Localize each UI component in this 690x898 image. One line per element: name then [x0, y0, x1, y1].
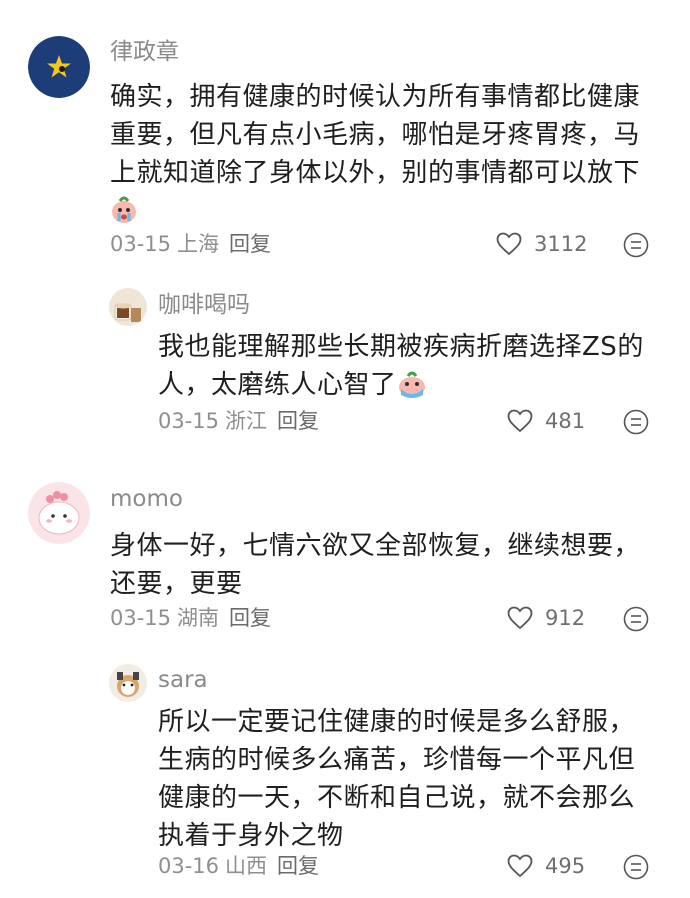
comment-text-line: 上就知道除了身体以外，别的事情都可以放下 [110, 158, 641, 188]
like-button[interactable]: 495 [507, 852, 585, 880]
like-count: 481 [545, 409, 586, 433]
avatar-image [109, 664, 147, 702]
comment-text-line: 我也能理解那些长期被疾病折磨选择ZS的 [158, 332, 644, 362]
comment-text-line: 身体一好，七情六欲又全部恢复，继续想要， [110, 531, 641, 561]
heart-outline-icon [507, 606, 533, 630]
avatar[interactable] [109, 664, 147, 702]
like-button[interactable]: 912 [507, 604, 585, 632]
crying-face-emoji [397, 369, 427, 410]
comment-text-line: 执着于身外之物 [158, 821, 344, 851]
reply-comment-item: 咖啡喝吗 我也能理解那些长期被疾病折磨选择ZS的 人，太磨练人心智了 03-15… [0, 270, 690, 460]
reply-button[interactable]: 回复 [277, 409, 319, 433]
like-count: 495 [545, 854, 586, 878]
comment-date: 03-15 [110, 606, 172, 630]
heart-outline-icon [496, 232, 522, 256]
reply-comment-item: sara 所以一定要记住健康的时候是多么舒服， 生病的时候多么痛苦，珍惜每一个平… [0, 650, 690, 898]
heart-outline-icon [507, 854, 533, 878]
heart-outline-icon [507, 409, 533, 433]
comment-options-icon[interactable] [623, 854, 649, 884]
like-count: 912 [545, 606, 586, 630]
comment-username[interactable]: sara [158, 665, 208, 695]
reply-button[interactable]: 回复 [277, 854, 319, 878]
reply-button[interactable]: 回复 [229, 606, 271, 630]
comment-options-icon[interactable] [623, 409, 649, 439]
comment-location: 山西 [225, 854, 268, 878]
comment-text-span: 人，太磨练人心智了 [158, 370, 397, 400]
comment-options-icon[interactable] [623, 606, 649, 636]
like-button[interactable]: 481 [507, 407, 585, 435]
comment-location: 浙江 [225, 409, 268, 433]
comment-date: 03-16 [158, 854, 220, 878]
comment-text: 我也能理解那些长期被疾病折磨选择ZS的 人，太磨练人心智了 [158, 328, 644, 410]
comment-meta: 03-15 浙江 回复 [158, 407, 319, 435]
comment-text-line: 重要，但凡有点小毛病，哪怕是牙疼胃疼，马 [110, 120, 641, 150]
comment-item: momo 身体一好，七情六欲又全部恢复，继续想要， 还要，更要 03-15 湖南回… [0, 460, 690, 650]
avatar[interactable] [28, 482, 90, 544]
avatar-image [28, 36, 90, 98]
like-button[interactable]: 3112 [496, 230, 587, 258]
comment-meta: 03-15 上海 回复 [110, 230, 271, 258]
comment-date: 03-15 [110, 232, 172, 256]
like-count: 3112 [534, 232, 588, 256]
comment-text-line: 生病的时候多么痛苦，珍惜每一个平凡但 [158, 745, 636, 775]
avatar-image [28, 482, 90, 544]
comment-date: 03-15 [158, 409, 220, 433]
comment-text: 确实，拥有健康的时候认为所有事情都比健康 重要，但凡有点小毛病，哪怕是牙疼胃疼，… [110, 78, 640, 236]
comment-text: 所以一定要记住健康的时候是多么舒服， 生病的时候多么痛苦，珍惜每一个平凡但 健康… [158, 703, 635, 855]
comment-meta: 03-15 湖南 回复 [110, 604, 271, 632]
comment-location: 湖南 [177, 606, 220, 630]
avatar[interactable] [28, 36, 90, 98]
comment-username[interactable]: 律政章 [110, 37, 179, 67]
comment-options-icon[interactable] [623, 232, 649, 262]
comment-text-line: 还要，更要 [110, 569, 243, 599]
comment-username[interactable]: momo [110, 484, 183, 514]
avatar[interactable] [109, 288, 147, 326]
comment-text: 身体一好，七情六欲又全部恢复，继续想要， 还要，更要 [110, 527, 640, 603]
reply-button[interactable]: 回复 [229, 232, 271, 256]
comment-meta: 03-16 山西 回复 [158, 852, 319, 880]
comment-text-line: 所以一定要记住健康的时候是多么舒服， [158, 707, 636, 737]
avatar-image [109, 288, 147, 326]
comment-username[interactable]: 咖啡喝吗 [158, 290, 250, 320]
comment-text-line: 人，太磨练人心智了 [158, 366, 644, 410]
comment-text-line: 健康的一天，不断和自己说，就不会那么 [158, 783, 636, 813]
comment-location: 上海 [177, 232, 220, 256]
comment-item: 律政章 确实，拥有健康的时候认为所有事情都比健康 重要，但凡有点小毛病，哪怕是牙… [0, 0, 690, 270]
comment-text-line: 确实，拥有健康的时候认为所有事情都比健康 [110, 82, 641, 112]
